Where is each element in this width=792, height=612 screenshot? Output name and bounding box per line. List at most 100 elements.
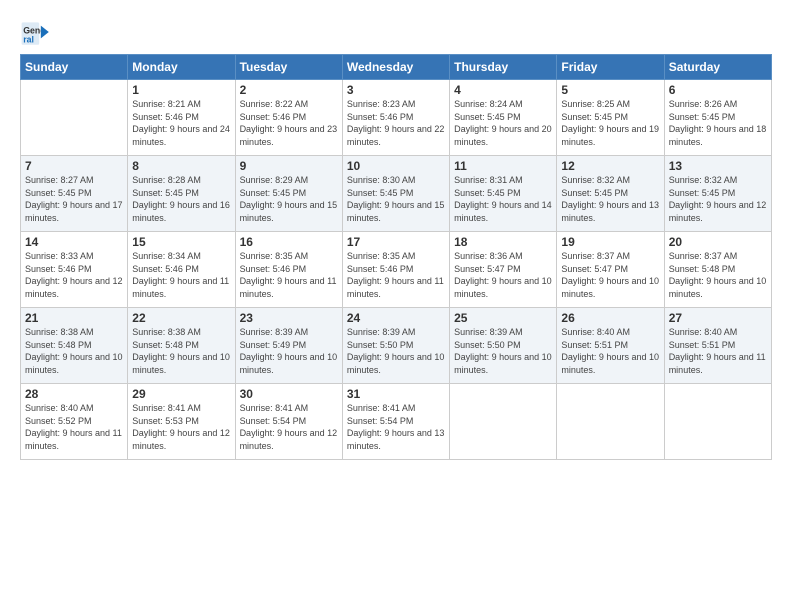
calendar-cell: 25 Sunrise: 8:39 AMSunset: 5:50 PMDayligh…	[450, 308, 557, 384]
day-info: Sunrise: 8:23 AMSunset: 5:46 PMDaylight:…	[347, 99, 445, 147]
day-info: Sunrise: 8:37 AMSunset: 5:47 PMDaylight:…	[561, 251, 659, 299]
day-info: Sunrise: 8:36 AMSunset: 5:47 PMDaylight:…	[454, 251, 552, 299]
day-info: Sunrise: 8:38 AMSunset: 5:48 PMDaylight:…	[25, 327, 123, 375]
day-info: Sunrise: 8:32 AMSunset: 5:45 PMDaylight:…	[669, 175, 767, 223]
weekday-header-friday: Friday	[557, 55, 664, 80]
day-number: 31	[347, 387, 445, 401]
day-info: Sunrise: 8:29 AMSunset: 5:45 PMDaylight:…	[240, 175, 338, 223]
weekday-header-sunday: Sunday	[21, 55, 128, 80]
calendar-cell: 7 Sunrise: 8:27 AMSunset: 5:45 PMDaylight…	[21, 156, 128, 232]
calendar-cell: 17 Sunrise: 8:35 AMSunset: 5:46 PMDayligh…	[342, 232, 449, 308]
calendar-week-5: 28 Sunrise: 8:40 AMSunset: 5:52 PMDayligh…	[21, 384, 772, 460]
weekday-header-tuesday: Tuesday	[235, 55, 342, 80]
day-number: 30	[240, 387, 338, 401]
day-number: 15	[132, 235, 230, 249]
day-info: Sunrise: 8:33 AMSunset: 5:46 PMDaylight:…	[25, 251, 123, 299]
weekday-header-wednesday: Wednesday	[342, 55, 449, 80]
day-info: Sunrise: 8:35 AMSunset: 5:46 PMDaylight:…	[347, 251, 444, 299]
calendar-cell	[664, 384, 771, 460]
calendar-cell: 13 Sunrise: 8:32 AMSunset: 5:45 PMDayligh…	[664, 156, 771, 232]
day-number: 20	[669, 235, 767, 249]
day-number: 21	[25, 311, 123, 325]
calendar-cell: 5 Sunrise: 8:25 AMSunset: 5:45 PMDaylight…	[557, 80, 664, 156]
day-info: Sunrise: 8:27 AMSunset: 5:45 PMDaylight:…	[25, 175, 123, 223]
day-number: 11	[454, 159, 552, 173]
day-number: 17	[347, 235, 445, 249]
weekday-header-saturday: Saturday	[664, 55, 771, 80]
day-info: Sunrise: 8:37 AMSunset: 5:48 PMDaylight:…	[669, 251, 767, 299]
day-info: Sunrise: 8:40 AMSunset: 5:52 PMDaylight:…	[25, 403, 122, 451]
day-info: Sunrise: 8:26 AMSunset: 5:45 PMDaylight:…	[669, 99, 767, 147]
day-info: Sunrise: 8:25 AMSunset: 5:45 PMDaylight:…	[561, 99, 659, 147]
day-info: Sunrise: 8:35 AMSunset: 5:46 PMDaylight:…	[240, 251, 337, 299]
calendar-cell: 19 Sunrise: 8:37 AMSunset: 5:47 PMDayligh…	[557, 232, 664, 308]
calendar-cell	[450, 384, 557, 460]
day-number: 6	[669, 83, 767, 97]
day-info: Sunrise: 8:39 AMSunset: 5:49 PMDaylight:…	[240, 327, 338, 375]
day-info: Sunrise: 8:31 AMSunset: 5:45 PMDaylight:…	[454, 175, 552, 223]
day-number: 13	[669, 159, 767, 173]
day-info: Sunrise: 8:32 AMSunset: 5:45 PMDaylight:…	[561, 175, 659, 223]
logo: Gene ral	[20, 16, 56, 48]
day-info: Sunrise: 8:39 AMSunset: 5:50 PMDaylight:…	[454, 327, 552, 375]
calendar-cell: 9Sunrise: 8:29 AMSunset: 5:45 PMDaylight…	[235, 156, 342, 232]
calendar-cell: 27 Sunrise: 8:40 AMSunset: 5:51 PMDayligh…	[664, 308, 771, 384]
day-info: Sunrise: 8:41 AMSunset: 5:54 PMDaylight:…	[240, 403, 338, 451]
calendar-cell: 18 Sunrise: 8:36 AMSunset: 5:47 PMDayligh…	[450, 232, 557, 308]
calendar-cell: 31Sunrise: 8:41 AMSunset: 5:54 PMDayligh…	[342, 384, 449, 460]
day-number: 2	[240, 83, 338, 97]
svg-text:ral: ral	[23, 34, 34, 44]
calendar-table: SundayMondayTuesdayWednesdayThursdayFrid…	[20, 54, 772, 460]
day-number: 29	[132, 387, 230, 401]
day-number: 14	[25, 235, 123, 249]
day-number: 26	[561, 311, 659, 325]
day-number: 22	[132, 311, 230, 325]
calendar-cell: 15Sunrise: 8:34 AMSunset: 5:46 PMDayligh…	[128, 232, 235, 308]
day-number: 23	[240, 311, 338, 325]
calendar-cell	[557, 384, 664, 460]
day-info: Sunrise: 8:28 AMSunset: 5:45 PMDaylight:…	[132, 175, 230, 223]
day-info: Sunrise: 8:30 AMSunset: 5:45 PMDaylight:…	[347, 175, 445, 223]
calendar-cell: 21 Sunrise: 8:38 AMSunset: 5:48 PMDayligh…	[21, 308, 128, 384]
calendar-cell: 24 Sunrise: 8:39 AMSunset: 5:50 PMDayligh…	[342, 308, 449, 384]
calendar-cell: 10 Sunrise: 8:30 AMSunset: 5:45 PMDayligh…	[342, 156, 449, 232]
header-row: SundayMondayTuesdayWednesdayThursdayFrid…	[21, 55, 772, 80]
day-number: 25	[454, 311, 552, 325]
calendar-cell: 4 Sunrise: 8:24 AMSunset: 5:45 PMDaylight…	[450, 80, 557, 156]
day-number: 18	[454, 235, 552, 249]
weekday-header-thursday: Thursday	[450, 55, 557, 80]
calendar-cell: 16Sunrise: 8:35 AMSunset: 5:46 PMDayligh…	[235, 232, 342, 308]
day-info: Sunrise: 8:40 AMSunset: 5:51 PMDaylight:…	[669, 327, 766, 375]
day-number: 4	[454, 83, 552, 97]
calendar-cell: 20 Sunrise: 8:37 AMSunset: 5:48 PMDayligh…	[664, 232, 771, 308]
logo-icon: Gene ral	[20, 16, 52, 48]
calendar-week-1: 1 Sunrise: 8:21 AMSunset: 5:46 PMDaylight…	[21, 80, 772, 156]
header: Gene ral	[20, 16, 772, 48]
day-number: 1	[132, 83, 230, 97]
day-number: 3	[347, 83, 445, 97]
weekday-header-monday: Monday	[128, 55, 235, 80]
day-number: 10	[347, 159, 445, 173]
day-number: 27	[669, 311, 767, 325]
day-number: 5	[561, 83, 659, 97]
calendar-cell: 28 Sunrise: 8:40 AMSunset: 5:52 PMDayligh…	[21, 384, 128, 460]
day-number: 28	[25, 387, 123, 401]
day-number: 8	[132, 159, 230, 173]
day-info: Sunrise: 8:38 AMSunset: 5:48 PMDaylight:…	[132, 327, 230, 375]
day-number: 24	[347, 311, 445, 325]
calendar-week-4: 21 Sunrise: 8:38 AMSunset: 5:48 PMDayligh…	[21, 308, 772, 384]
calendar-cell: 23 Sunrise: 8:39 AMSunset: 5:49 PMDayligh…	[235, 308, 342, 384]
calendar-cell: 2Sunrise: 8:22 AMSunset: 5:46 PMDaylight…	[235, 80, 342, 156]
calendar-cell: 8 Sunrise: 8:28 AMSunset: 5:45 PMDaylight…	[128, 156, 235, 232]
day-info: Sunrise: 8:21 AMSunset: 5:46 PMDaylight:…	[132, 99, 230, 147]
calendar-week-3: 14 Sunrise: 8:33 AMSunset: 5:46 PMDayligh…	[21, 232, 772, 308]
calendar-cell: 3 Sunrise: 8:23 AMSunset: 5:46 PMDaylight…	[342, 80, 449, 156]
day-number: 7	[25, 159, 123, 173]
calendar-cell	[21, 80, 128, 156]
calendar-cell: 6 Sunrise: 8:26 AMSunset: 5:45 PMDaylight…	[664, 80, 771, 156]
day-number: 19	[561, 235, 659, 249]
day-info: Sunrise: 8:39 AMSunset: 5:50 PMDaylight:…	[347, 327, 445, 375]
calendar-cell: 11 Sunrise: 8:31 AMSunset: 5:45 PMDayligh…	[450, 156, 557, 232]
day-info: Sunrise: 8:24 AMSunset: 5:45 PMDaylight:…	[454, 99, 552, 147]
calendar-cell: 29Sunrise: 8:41 AMSunset: 5:53 PMDayligh…	[128, 384, 235, 460]
